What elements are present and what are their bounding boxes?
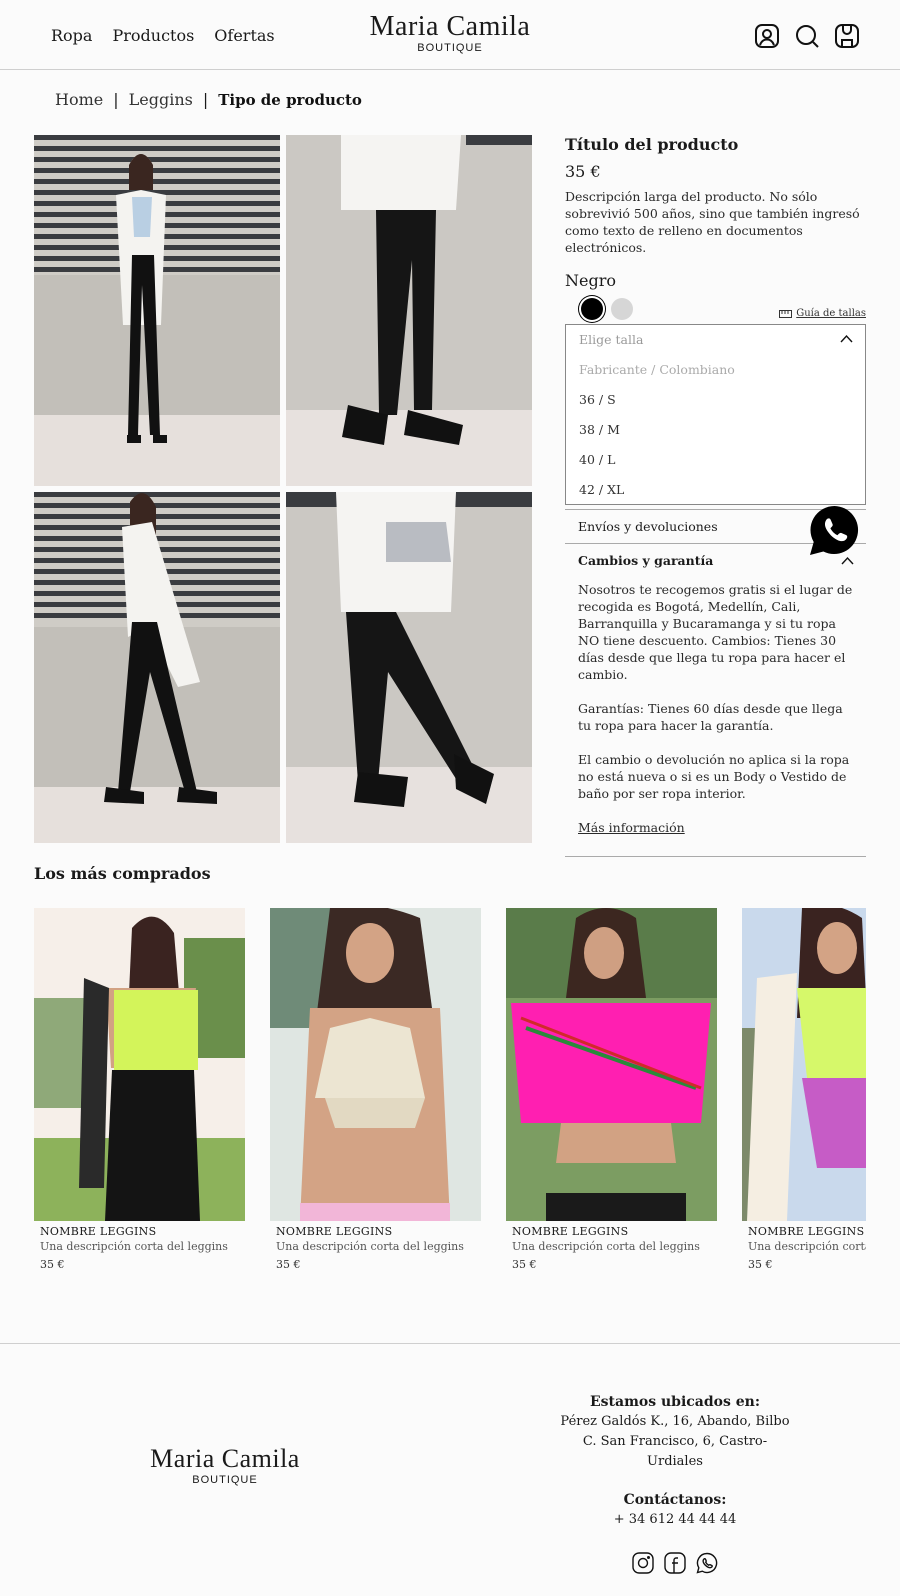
warranty-text: El cambio o devolución no aplica si la r… (578, 752, 850, 801)
size-select-placeholder[interactable]: Elige talla (566, 325, 865, 355)
accordion-warranty-body: Nosotros te recogemos gratis si el lugar… (565, 577, 866, 857)
product-info: Título del producto 35 € Descripción lar… (565, 133, 866, 857)
product-title: Título del producto (565, 135, 739, 154)
size-option: Fabricante / Colombiano (579, 362, 735, 377)
footer-contact: Estamos ubicados en: Pérez Galdós K., 16… (560, 1392, 790, 1574)
product-card-image (742, 908, 866, 1221)
color-swatch-black[interactable] (581, 298, 603, 320)
breadcrumb: Home | Leggins | Tipo de producto (55, 90, 362, 109)
facebook-icon[interactable] (664, 1552, 686, 1574)
product-card-price: 35 € (748, 1258, 773, 1271)
product-card-image (270, 908, 481, 1221)
phone-number: + 34 612 44 44 44 (613, 1512, 737, 1527)
product-photo[interactable] (34, 492, 280, 843)
chevron-up-icon[interactable] (840, 334, 853, 344)
product-card[interactable]: NOMBRE LEGGINS Una descripción corta del… (34, 908, 245, 1272)
more-info-link[interactable]: Más información (578, 820, 685, 835)
accordion-warranty-label: Cambios y garantía (578, 553, 714, 568)
product-photo[interactable] (286, 492, 532, 843)
logo-subtitle: BOUTIQUE (192, 1474, 258, 1486)
color-label: Negro (565, 271, 616, 290)
size-option[interactable]: 42 / XL (566, 475, 865, 505)
whatsapp-icon[interactable] (696, 1552, 718, 1574)
product-price: 35 € (565, 162, 601, 181)
product-card-desc: Una descripción corta del leggins (276, 1240, 464, 1253)
product-card-name: NOMBRE LEGGINS (276, 1225, 393, 1238)
site-header: Ropa Productos Ofertas Maria Camila BOUT… (0, 0, 900, 70)
user-icon[interactable] (754, 23, 780, 49)
product-card-name: NOMBRE LEGGINS (748, 1225, 865, 1238)
site-footer: Maria Camila BOUTIQUE Estamos ubicados e… (0, 1343, 900, 1596)
size-option[interactable]: 40 / L (566, 445, 865, 475)
footer-logo[interactable]: Maria Camila BOUTIQUE (145, 1444, 305, 1486)
search-icon[interactable] (794, 23, 820, 49)
size-guide-label: Guía de tallas (796, 308, 866, 319)
bag-icon[interactable] (834, 23, 860, 49)
whatsapp-floating-button[interactable] (808, 504, 861, 557)
product-card[interactable]: NOMBRE LEGGINS Una descripción corta del… (742, 908, 866, 1272)
product-card-price: 35 € (276, 1258, 301, 1271)
product-photo[interactable] (286, 135, 532, 486)
product-card-desc: Una descripción corta del leggins (748, 1240, 866, 1253)
size-option[interactable]: 36 / S (566, 385, 865, 415)
contact-heading: Contáctanos: (623, 1492, 727, 1508)
social-links (560, 1552, 790, 1574)
location-heading: Estamos ubicados en: (589, 1394, 761, 1410)
logo-title: Maria Camila (150, 1444, 300, 1473)
product-card-desc: Una descripción corta del leggins (40, 1240, 228, 1253)
instagram-icon[interactable] (632, 1552, 654, 1574)
info-accordion: Envíos y devoluciones Cambios y garantía… (565, 509, 866, 857)
warranty-text: Nosotros te recogemos gratis si el lugar… (578, 582, 853, 682)
breadcrumb-separator: | (113, 90, 119, 109)
warranty-text: Garantías: Tienes 60 días desde que lleg… (578, 701, 843, 733)
product-card-name: NOMBRE LEGGINS (40, 1225, 157, 1238)
color-swatch-grey[interactable] (611, 298, 633, 320)
product-card-image (34, 908, 245, 1221)
whatsapp-icon (810, 506, 859, 555)
header-icons (754, 23, 860, 49)
breadcrumb-category[interactable]: Leggins (129, 90, 193, 109)
product-card-image (506, 908, 717, 1221)
breadcrumb-home[interactable]: Home (55, 90, 103, 109)
size-select[interactable]: Elige talla Fabricante / Colombiano 36 /… (565, 324, 866, 505)
product-photo[interactable] (34, 135, 280, 486)
breadcrumb-current: Tipo de producto (218, 90, 362, 109)
product-description: Descripción larga del producto. No sólo … (565, 189, 860, 255)
product-card-desc: Una descripción corta del leggins (512, 1240, 700, 1253)
address-line: Pérez Galdós K., 16, Abando, Bilbo (560, 1414, 790, 1429)
breadcrumb-separator: | (202, 90, 209, 109)
size-option[interactable]: 38 / M (566, 415, 865, 445)
most-bought-title: Los más comprados (34, 864, 211, 883)
ruler-icon (779, 309, 793, 318)
product-card[interactable]: NOMBRE LEGGINS Una descripción corta del… (270, 908, 481, 1272)
chevron-up-icon[interactable] (841, 556, 854, 566)
product-card-price: 35 € (512, 1258, 537, 1271)
most-bought-carousel: NOMBRE LEGGINS Una descripción corta del… (34, 908, 866, 1278)
product-gallery (34, 135, 532, 843)
address-line: C. San Francisco, 6, Castro-Urdiales (582, 1434, 768, 1469)
product-card[interactable]: NOMBRE LEGGINS Una descripción corta del… (506, 908, 717, 1272)
size-guide-link[interactable]: Guía de tallas (779, 308, 866, 319)
product-card-name: NOMBRE LEGGINS (512, 1225, 629, 1238)
product-card-price: 35 € (40, 1258, 65, 1271)
